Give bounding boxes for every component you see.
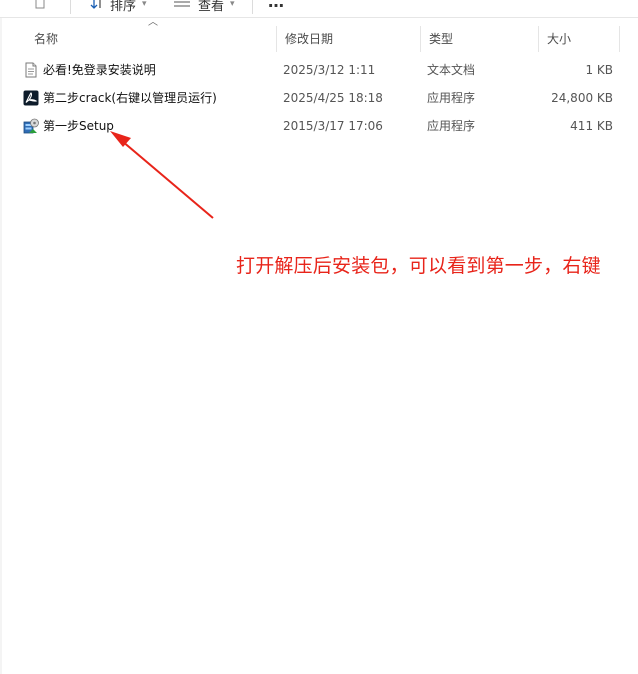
adobe-acrobat-icon bbox=[23, 90, 39, 106]
file-name[interactable]: 第一步Setup bbox=[43, 112, 114, 140]
file-row[interactable]: 必看!免登录安装说明 2025/3/12 1:11 文本文档 1 KB bbox=[0, 56, 638, 84]
file-row[interactable]: 第一步Setup 2015/3/17 17:06 应用程序 411 KB bbox=[0, 112, 638, 140]
file-date: 2025/4/25 18:18 bbox=[283, 91, 383, 105]
view-button[interactable]: 查看 ▾ bbox=[174, 0, 235, 14]
delete-button[interactable] bbox=[34, 0, 46, 14]
toolbar-separator bbox=[252, 0, 253, 14]
file-type: 应用程序 bbox=[427, 91, 476, 105]
trash-icon bbox=[34, 0, 46, 13]
view-label: 查看 bbox=[198, 0, 225, 14]
chevron-down-icon: ▾ bbox=[142, 0, 147, 9]
command-toolbar: 排序 ▾ 查看 ▾ … bbox=[0, 0, 638, 18]
column-header-name[interactable]: 名称 bbox=[26, 26, 276, 52]
setup-installer-icon bbox=[23, 118, 39, 134]
file-type: 文本文档 bbox=[427, 63, 476, 77]
file-row[interactable]: 第二步crack(右键以管理员运行) 2025/4/25 18:18 应用程序 … bbox=[0, 84, 638, 112]
column-header-date[interactable]: 修改日期 bbox=[276, 26, 420, 52]
file-type: 应用程序 bbox=[427, 119, 476, 133]
annotation-text: 打开解压后安装包，可以看到第一步，右键 bbox=[236, 255, 601, 277]
file-name[interactable]: 第二步crack(右键以管理员运行) bbox=[43, 84, 217, 112]
sort-label: 排序 bbox=[110, 0, 137, 14]
column-header-size[interactable]: 大小 bbox=[538, 26, 620, 52]
chevron-down-icon: ▾ bbox=[230, 0, 235, 9]
column-header-type[interactable]: 类型 bbox=[420, 26, 538, 52]
file-size: 1 KB bbox=[585, 63, 613, 77]
sort-button[interactable]: 排序 ▾ bbox=[90, 0, 147, 14]
text-document-icon bbox=[23, 62, 39, 78]
file-date: 2025/3/12 1:11 bbox=[283, 63, 376, 77]
more-options-button[interactable]: … bbox=[268, 0, 285, 11]
file-size: 411 KB bbox=[570, 119, 613, 133]
file-size: 24,800 KB bbox=[551, 91, 613, 105]
sort-icon bbox=[90, 0, 104, 13]
view-list-icon bbox=[174, 0, 190, 12]
more-icon: … bbox=[268, 0, 285, 11]
toolbar-separator bbox=[70, 0, 71, 14]
file-date: 2015/3/17 17:06 bbox=[283, 119, 383, 133]
file-name[interactable]: 必看!免登录安装说明 bbox=[43, 56, 156, 84]
